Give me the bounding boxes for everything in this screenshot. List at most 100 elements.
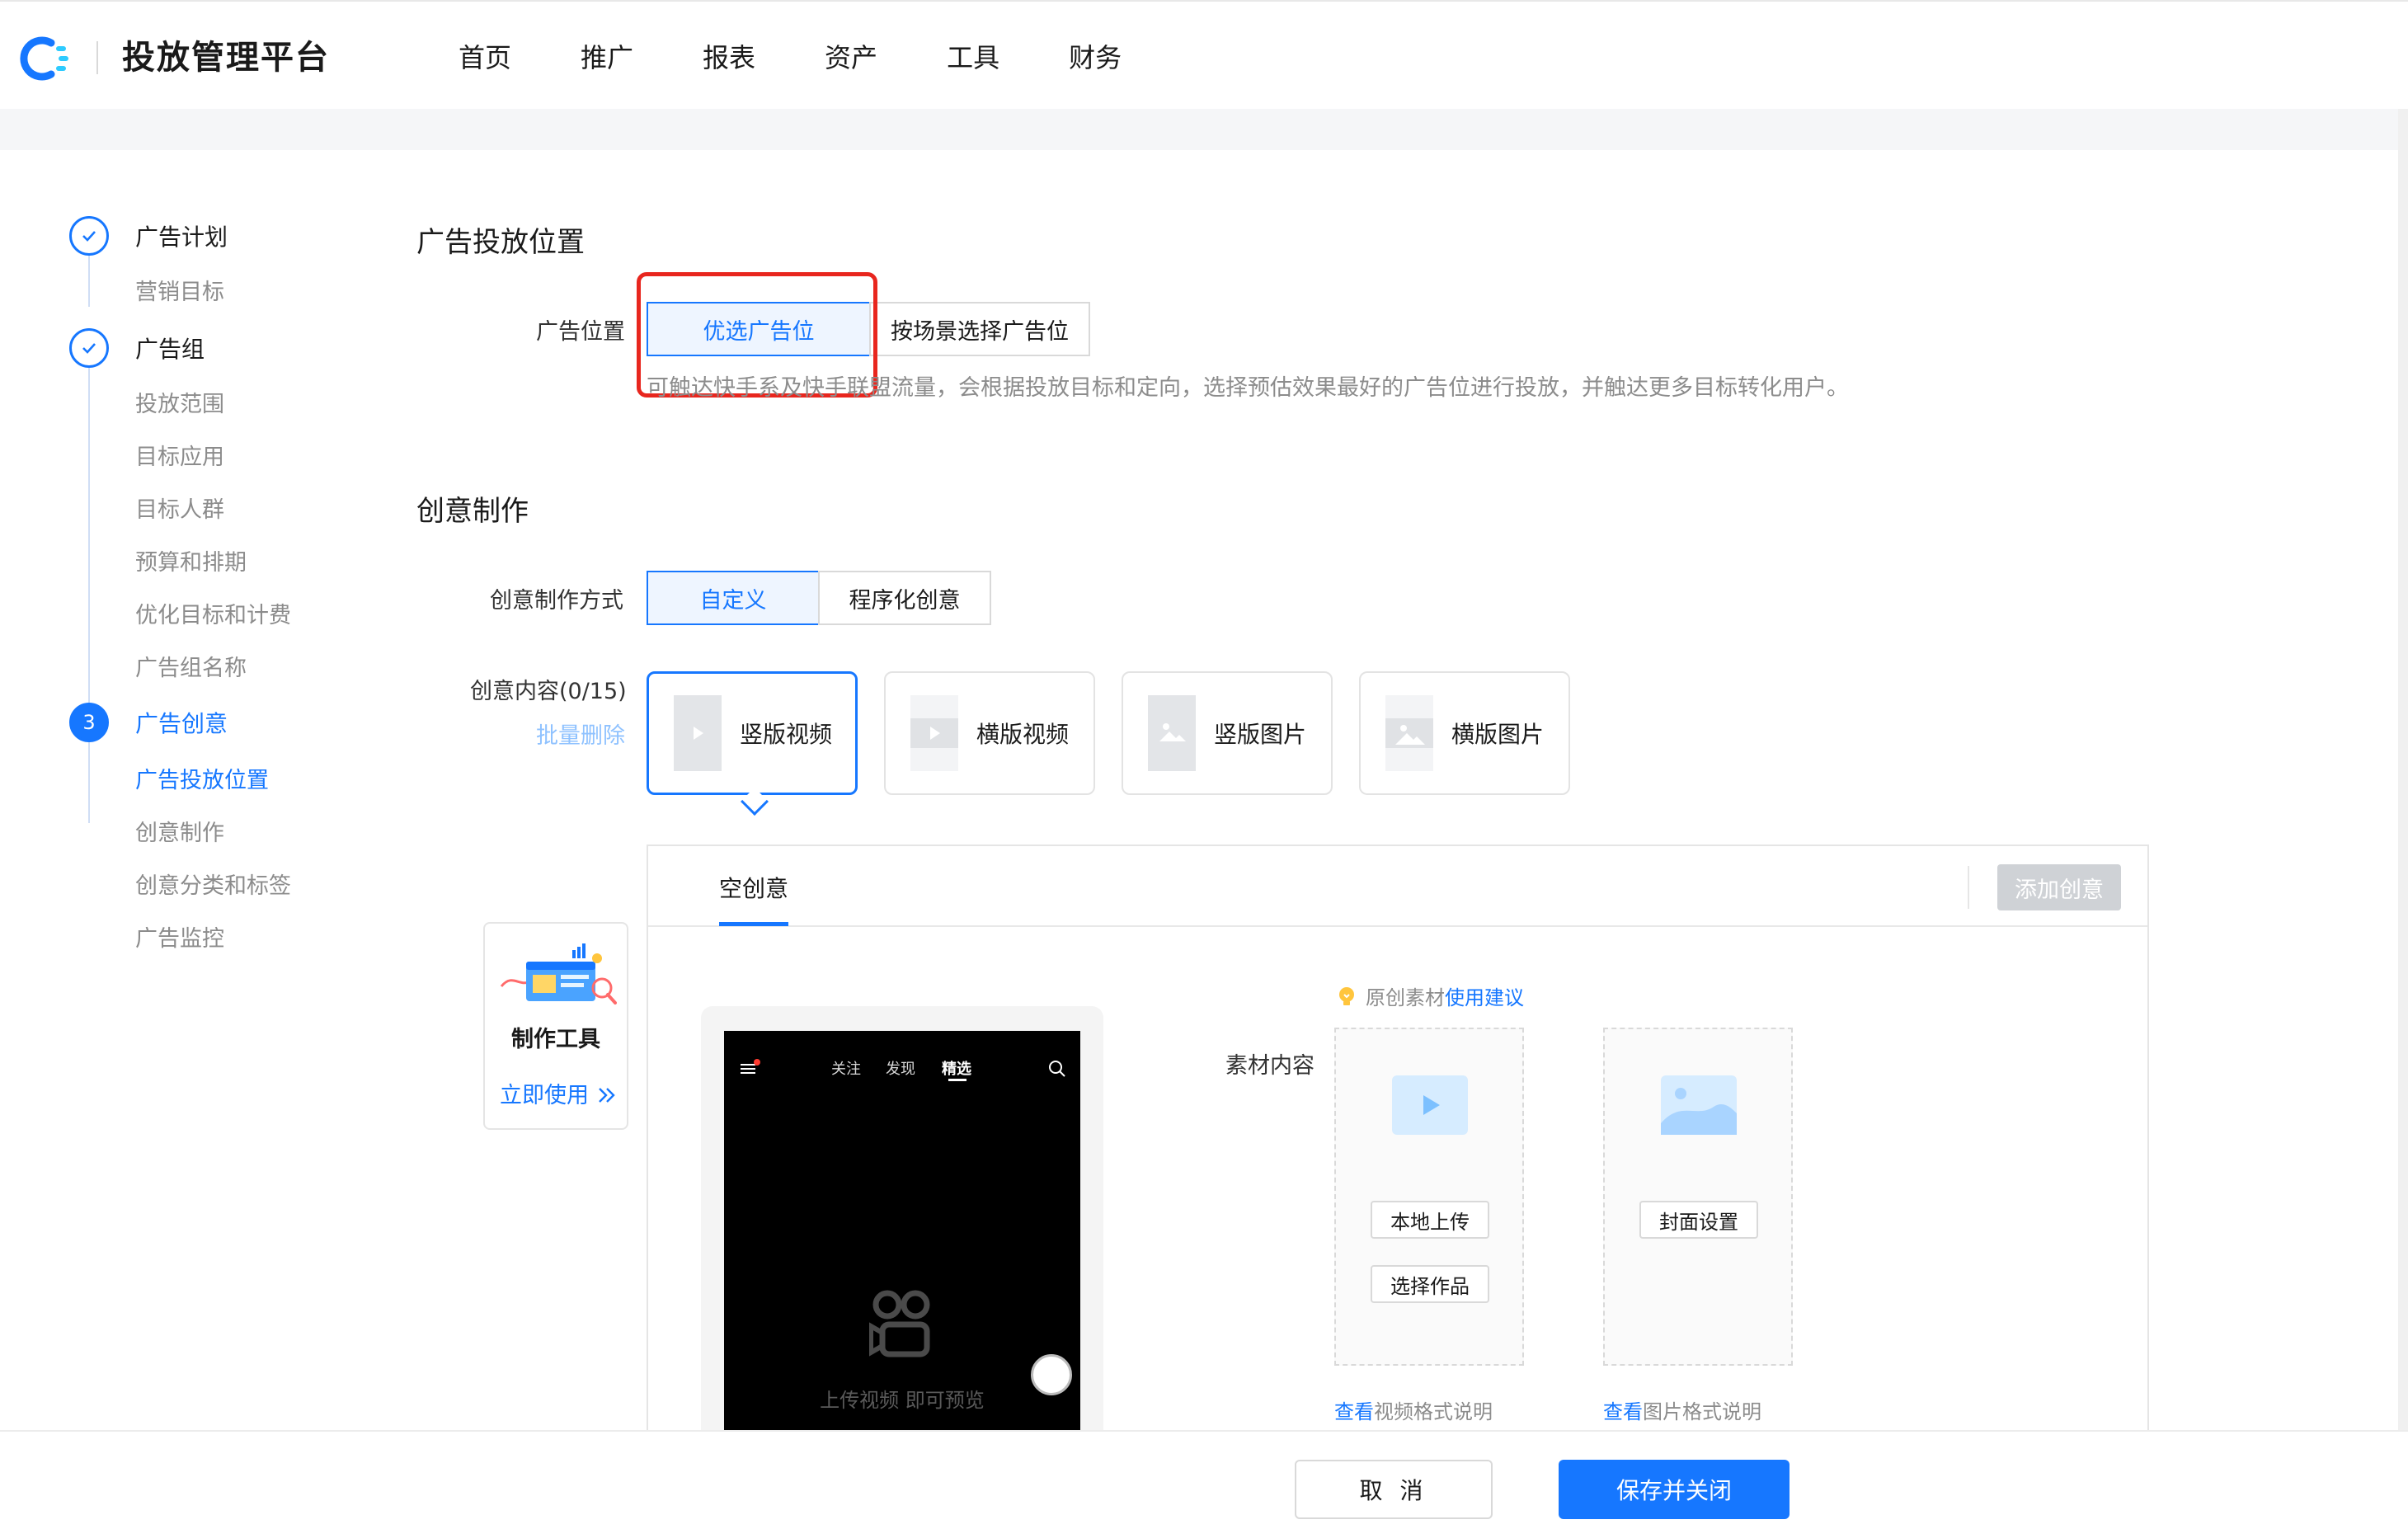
type-horizontal-image[interactable]: 横版图片 bbox=[1359, 671, 1570, 795]
menu-icon bbox=[741, 1059, 760, 1074]
logo-divider bbox=[96, 41, 98, 74]
step-label: 广告组 bbox=[135, 336, 205, 363]
step-sub-optimization-billing[interactable]: 优化目标和计费 bbox=[135, 597, 291, 629]
type-label: 竖版视频 bbox=[740, 721, 833, 748]
platform-logo-icon[interactable] bbox=[15, 35, 69, 82]
video-format-text: 视频格式说明 bbox=[1374, 1400, 1493, 1423]
nav-home[interactable]: 首页 bbox=[459, 35, 511, 81]
mode-custom[interactable]: 自定义 bbox=[647, 571, 820, 625]
lightbulb-icon bbox=[1339, 986, 1354, 1005]
step-sub-group-name[interactable]: 广告组名称 bbox=[135, 650, 247, 682]
app-title: 投放管理平台 bbox=[122, 39, 330, 77]
placement-section-title: 广告投放位置 bbox=[416, 226, 585, 259]
placement-label: 广告位置 bbox=[536, 319, 625, 345]
tool-title: 制作工具 bbox=[511, 1027, 600, 1052]
video-placeholder-icon bbox=[1392, 1075, 1468, 1135]
cover-setting-button[interactable]: 封面设置 bbox=[1639, 1201, 1758, 1239]
avatar bbox=[1031, 1354, 1072, 1395]
placement-hint: 可触达快手系及快手联盟流量，会根据投放目标和定向，选择预估效果最好的广告位进行投… bbox=[647, 375, 1849, 401]
header-strip bbox=[0, 109, 2408, 150]
creative-content-label: 创意内容(0/15) bbox=[470, 679, 627, 704]
step-sub-target-app[interactable]: 目标应用 bbox=[135, 439, 224, 471]
top-nav: 首页 推广 报表 资产 工具 财务 bbox=[459, 35, 1191, 81]
material-tip: 原创素材 使用建议 bbox=[1336, 981, 1524, 1010]
page-scrollbar[interactable] bbox=[2398, 109, 2408, 1430]
phone-tab-featured: 精选 bbox=[942, 1061, 971, 1078]
step-navigator: 广告计划 营销目标 广告组 投放范围 目标应用 目标人群 预算和排期 优化目标和… bbox=[0, 150, 346, 1428]
kuaishou-camera-icon bbox=[869, 1290, 930, 1357]
add-creative-button[interactable]: 添加创意 bbox=[1997, 864, 2121, 910]
tool-card[interactable]: 制作工具 立即使用 bbox=[483, 922, 628, 1130]
nav-finance[interactable]: 财务 bbox=[1069, 35, 1122, 81]
nav-reports[interactable]: 报表 bbox=[703, 35, 755, 81]
step-connector bbox=[88, 368, 90, 823]
check-icon bbox=[69, 216, 109, 256]
phone-preview-screen: 关注 发现 精选 上传视频 即可预览 bbox=[724, 1031, 1080, 1460]
phone-preview-hint: 上传视频 即可预览 bbox=[820, 1389, 985, 1412]
creative-mode-selector: 自定义 程序化创意 bbox=[647, 571, 991, 625]
choose-work-button[interactable]: 选择作品 bbox=[1371, 1265, 1489, 1303]
production-tool-icon bbox=[500, 943, 617, 1004]
video-format-link[interactable]: 查看视频格式说明 bbox=[1334, 1395, 1493, 1424]
footer-bar: 取 消 保存并关闭 bbox=[0, 1430, 2408, 1529]
cover-upload-area[interactable]: 封面设置 bbox=[1603, 1028, 1793, 1366]
use-now-link[interactable]: 立即使用 bbox=[500, 1077, 618, 1109]
step-sub-placement[interactable]: 广告投放位置 bbox=[135, 762, 269, 794]
cancel-button[interactable]: 取 消 bbox=[1295, 1460, 1493, 1519]
phone-search-icon bbox=[1049, 1061, 1065, 1077]
video-upload-area[interactable]: 本地上传 选择作品 bbox=[1334, 1028, 1524, 1366]
horizontal-video-icon bbox=[910, 695, 958, 771]
creative-section-title: 创意制作 bbox=[416, 495, 529, 528]
top-header: 投放管理平台 首页 推广 报表 资产 工具 财务 bbox=[0, 0, 2408, 109]
creative-mode-label: 创意制作方式 bbox=[490, 588, 623, 614]
step-ad-plan[interactable]: 广告计划 bbox=[69, 216, 228, 256]
vertical-image-icon bbox=[1148, 695, 1196, 771]
view-link: 查看 bbox=[1603, 1400, 1643, 1423]
step-sub-marketing-goal[interactable]: 营销目标 bbox=[135, 274, 224, 306]
use-now-label: 立即使用 bbox=[500, 1083, 589, 1108]
double-chevron-right-icon bbox=[598, 1088, 615, 1103]
nav-assets[interactable]: 资产 bbox=[825, 35, 877, 81]
nav-promotion[interactable]: 推广 bbox=[581, 35, 633, 81]
phone-tab-discover: 发现 bbox=[886, 1061, 915, 1078]
tip-prefix: 原创素材 bbox=[1366, 986, 1445, 1009]
type-label: 竖版图片 bbox=[1214, 721, 1307, 748]
type-horizontal-video[interactable]: 横版视频 bbox=[884, 671, 1095, 795]
batch-delete-link[interactable]: 批量删除 bbox=[536, 717, 625, 750]
mode-programmatic[interactable]: 程序化创意 bbox=[818, 571, 991, 625]
type-label: 横版视频 bbox=[976, 721, 1070, 748]
nav-tools[interactable]: 工具 bbox=[947, 35, 999, 81]
tab-divider bbox=[1968, 866, 1969, 909]
step-label: 广告计划 bbox=[135, 223, 228, 251]
image-placeholder-icon bbox=[1661, 1075, 1737, 1135]
check-icon bbox=[69, 328, 109, 368]
step-sub-target-audience[interactable]: 目标人群 bbox=[135, 492, 224, 524]
step-sub-budget-schedule[interactable]: 预算和排期 bbox=[135, 544, 247, 576]
step-sub-creative-making[interactable]: 创意制作 bbox=[135, 815, 224, 847]
image-format-link[interactable]: 查看图片格式说明 bbox=[1603, 1395, 1761, 1424]
phone-tab-indicator bbox=[948, 1079, 966, 1081]
type-vertical-image[interactable]: 竖版图片 bbox=[1122, 671, 1333, 795]
material-content-label: 素材内容 bbox=[1225, 1053, 1315, 1079]
step-sub-delivery-scope[interactable]: 投放范围 bbox=[135, 386, 224, 418]
step-number: 3 bbox=[69, 703, 109, 742]
creative-tabs: 空创意 添加创意 bbox=[648, 846, 2147, 927]
local-upload-button[interactable]: 本地上传 bbox=[1371, 1201, 1489, 1239]
image-format-text: 图片格式说明 bbox=[1643, 1400, 1761, 1423]
placement-option-by-scene[interactable]: 按场景选择广告位 bbox=[869, 302, 1090, 356]
tab-empty-creative[interactable]: 空创意 bbox=[719, 871, 788, 904]
step-connector bbox=[88, 252, 90, 307]
vertical-video-icon bbox=[674, 695, 722, 771]
save-and-close-button[interactable]: 保存并关闭 bbox=[1559, 1460, 1790, 1519]
step-label: 广告创意 bbox=[135, 710, 228, 737]
step-ad-group[interactable]: 广告组 bbox=[69, 328, 205, 368]
type-label: 横版图片 bbox=[1451, 721, 1545, 748]
view-link: 查看 bbox=[1334, 1400, 1374, 1423]
active-tab-indicator bbox=[719, 922, 788, 926]
phone-tab-follow: 关注 bbox=[831, 1061, 861, 1078]
type-vertical-video[interactable]: 竖版视频 bbox=[647, 671, 858, 795]
step-sub-category-tags[interactable]: 创意分类和标签 bbox=[135, 868, 291, 900]
step-sub-ad-monitoring[interactable]: 广告监控 bbox=[135, 920, 224, 953]
step-ad-creative[interactable]: 3 广告创意 bbox=[69, 703, 228, 742]
usage-advice-link[interactable]: 使用建议 bbox=[1445, 981, 1524, 1010]
